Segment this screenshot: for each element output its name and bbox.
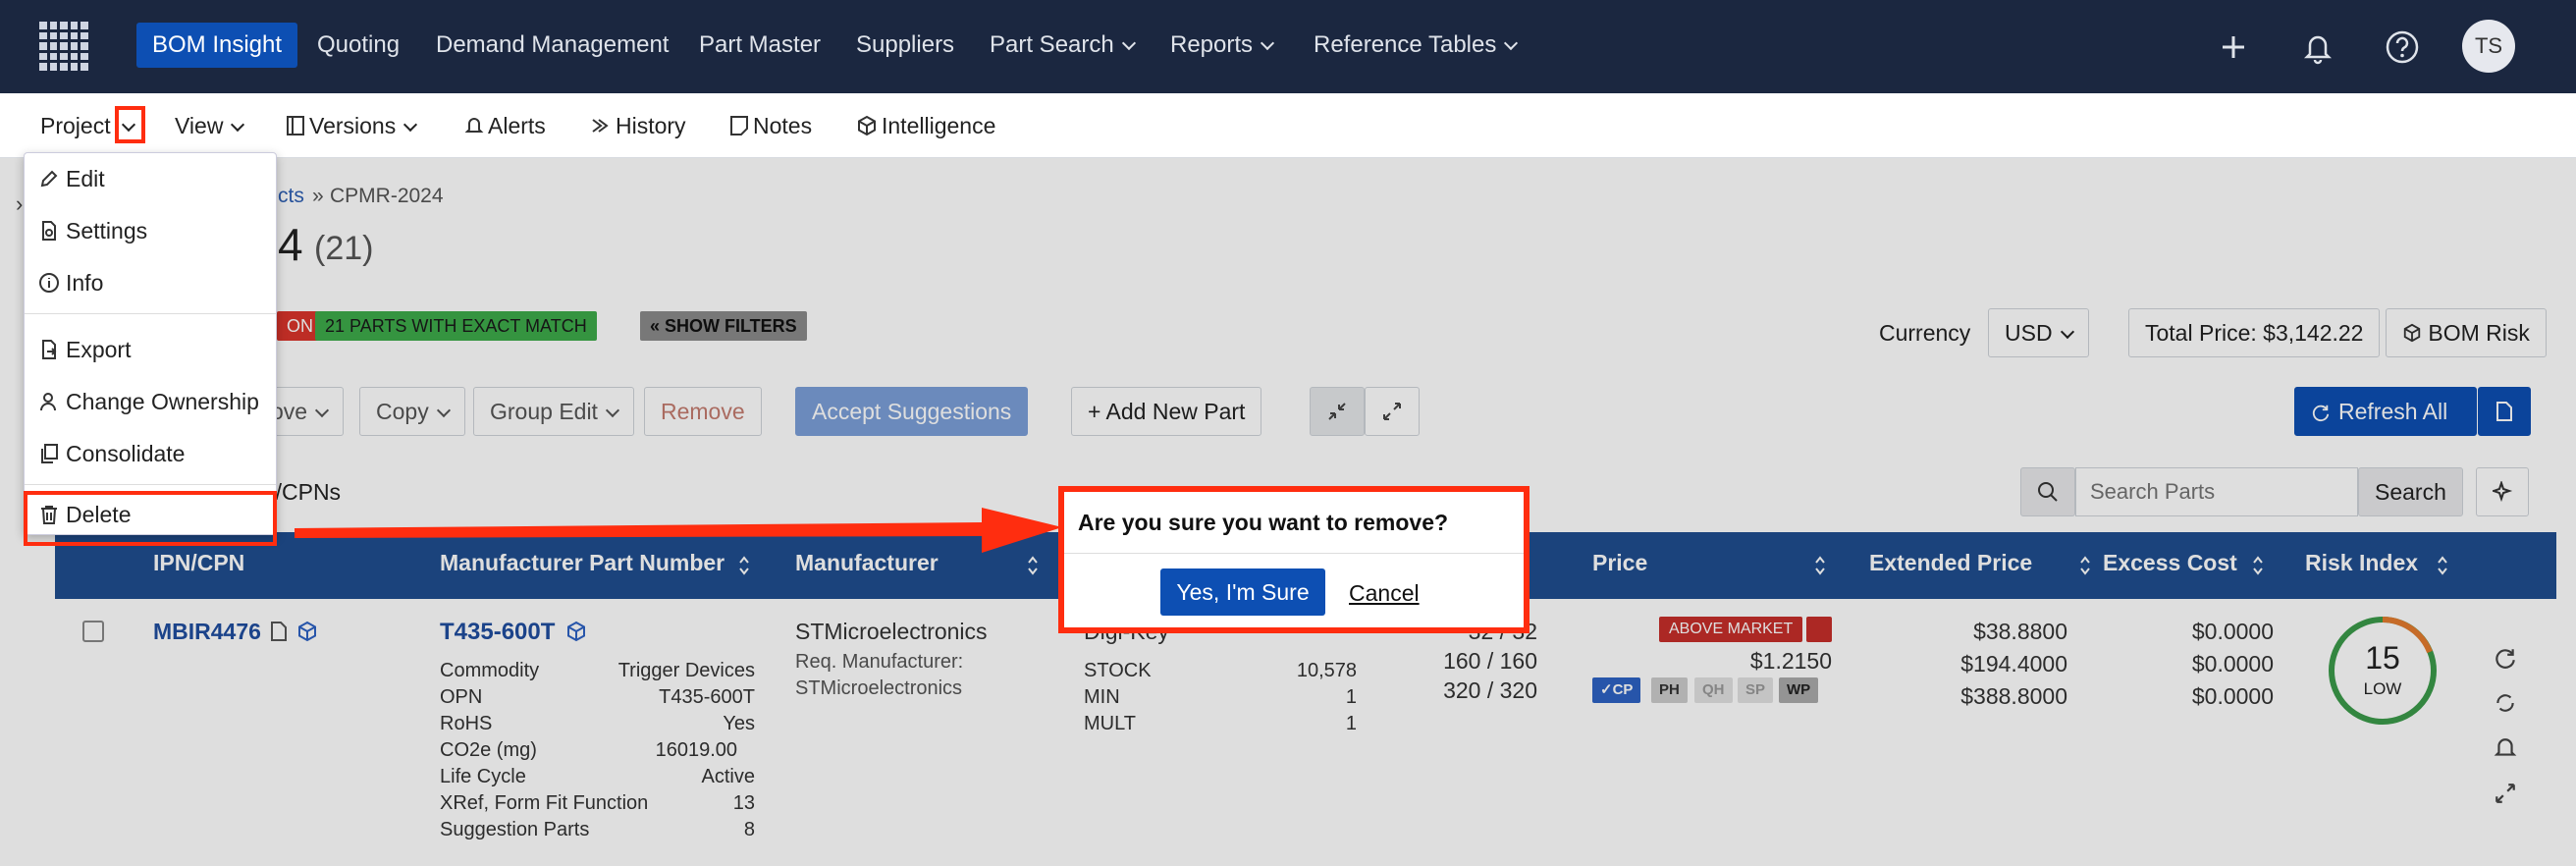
menu-item-change-ownership[interactable]: Change Ownership bbox=[38, 382, 259, 421]
notes-link[interactable]: Notes bbox=[729, 109, 812, 142]
app-logo-icon[interactable] bbox=[39, 22, 88, 71]
versions-menu-label: Versions bbox=[309, 113, 397, 138]
confirm-dialog: Are you sure you want to remove? Yes, I'… bbox=[1058, 486, 1530, 633]
intelligence-link[interactable]: Intelligence bbox=[856, 109, 995, 142]
alerts-link[interactable]: Alerts bbox=[464, 109, 546, 142]
nav-part-search[interactable]: Part Search bbox=[974, 23, 1150, 68]
chevron-down-icon bbox=[1260, 35, 1275, 51]
pencil-icon bbox=[40, 170, 58, 188]
project-toggle-highlight bbox=[115, 106, 145, 143]
info-icon bbox=[39, 273, 59, 293]
user-avatar[interactable]: TS bbox=[2462, 20, 2515, 73]
history-link[interactable]: History bbox=[590, 109, 686, 142]
menu-item-settings[interactable]: Settings bbox=[38, 211, 147, 250]
nav-reports-label: Reports bbox=[1170, 31, 1254, 58]
nav-demand-management[interactable]: Demand Management bbox=[420, 23, 684, 68]
chevron-down-icon bbox=[1504, 35, 1519, 51]
plus-icon[interactable] bbox=[2214, 27, 2253, 67]
export-icon bbox=[42, 340, 57, 359]
dialog-divider bbox=[1064, 553, 1524, 554]
nav-quoting[interactable]: Quoting bbox=[301, 23, 415, 68]
view-menu-label: View bbox=[175, 113, 224, 138]
menu-item-label: Consolidate bbox=[66, 441, 186, 466]
delete-highlight bbox=[24, 491, 277, 546]
project-toolbar: Project View Versions Alerts History Not… bbox=[0, 93, 2576, 158]
settings-icon bbox=[42, 221, 56, 241]
bell-icon bbox=[464, 118, 484, 133]
user-icon bbox=[40, 393, 56, 411]
alerts-label: Alerts bbox=[488, 113, 546, 138]
versions-icon bbox=[287, 116, 304, 135]
menu-item-info[interactable]: Info bbox=[38, 263, 103, 302]
menu-item-label: Info bbox=[66, 270, 104, 296]
menu-item-label: Edit bbox=[66, 166, 105, 191]
menu-item-consolidate[interactable]: Consolidate bbox=[38, 434, 185, 473]
nav-reference-tables[interactable]: Reference Tables bbox=[1298, 23, 1531, 68]
dialog-message: Are you sure you want to remove? bbox=[1078, 510, 1449, 535]
menu-item-label: Settings bbox=[66, 218, 148, 244]
intelligence-label: Intelligence bbox=[882, 113, 996, 138]
notes-label: Notes bbox=[753, 113, 813, 138]
menu-item-label: Export bbox=[66, 337, 132, 362]
confirm-button[interactable]: Yes, I'm Sure bbox=[1160, 568, 1325, 616]
history-icon bbox=[592, 119, 609, 133]
nav-bom-insight[interactable]: BOM Insight bbox=[136, 23, 298, 68]
view-menu[interactable]: View bbox=[175, 109, 245, 142]
nav-suppliers[interactable]: Suppliers bbox=[840, 23, 970, 68]
nav-part-search-label: Part Search bbox=[990, 31, 1114, 58]
menu-divider bbox=[25, 484, 276, 485]
versions-menu[interactable]: Versions bbox=[286, 109, 418, 142]
nav-reports[interactable]: Reports bbox=[1154, 23, 1288, 68]
history-label: History bbox=[616, 113, 686, 138]
menu-item-edit[interactable]: Edit bbox=[38, 159, 105, 198]
project-dropdown-menu: Edit Settings Info Export Change Ownersh… bbox=[24, 152, 277, 535]
chevron-down-icon bbox=[403, 117, 418, 133]
top-navbar: BOM Insight Quoting Demand Management Pa… bbox=[0, 0, 2576, 93]
nav-reference-tables-label: Reference Tables bbox=[1314, 31, 1497, 58]
bell-icon[interactable] bbox=[2298, 27, 2337, 67]
callout-arrow-icon bbox=[295, 508, 1062, 553]
menu-item-export[interactable]: Export bbox=[38, 330, 131, 369]
project-menu-label[interactable]: Project bbox=[40, 109, 111, 142]
menu-item-label: Change Ownership bbox=[66, 389, 259, 414]
menu-divider bbox=[25, 313, 276, 314]
notes-icon bbox=[730, 116, 748, 135]
copy-icon bbox=[41, 444, 58, 463]
chevron-down-icon bbox=[1121, 35, 1136, 51]
cancel-button[interactable]: Cancel bbox=[1349, 580, 1420, 607]
chevron-down-icon bbox=[231, 117, 245, 133]
nav-part-master[interactable]: Part Master bbox=[683, 23, 836, 68]
cube-icon bbox=[858, 115, 876, 136]
help-icon[interactable] bbox=[2383, 27, 2422, 67]
